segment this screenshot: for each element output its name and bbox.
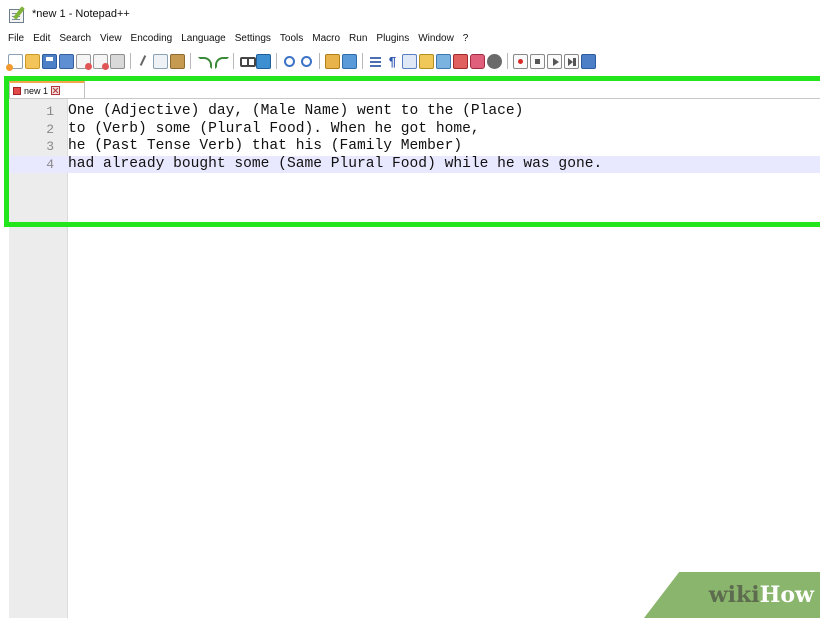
- redo-icon[interactable]: [213, 54, 229, 69]
- line-number: 3: [46, 139, 54, 154]
- line-text[interactable]: he (Past Tense Verb) that his (Family Me…: [68, 138, 462, 156]
- monitoring-icon[interactable]: [487, 53, 502, 69]
- line-number: 4: [9, 155, 54, 173]
- notepad-app-icon: [8, 6, 26, 23]
- toolbar: ¶: [0, 48, 820, 74]
- function-list-icon[interactable]: [453, 53, 468, 69]
- cut-icon[interactable]: [136, 54, 151, 69]
- open-file-icon[interactable]: [25, 53, 40, 69]
- stop-recording-icon[interactable]: [530, 53, 545, 69]
- menu-run[interactable]: Run: [349, 33, 367, 44]
- new-file-icon[interactable]: [6, 53, 23, 71]
- zoom-in-icon[interactable]: [282, 54, 297, 69]
- playback-icon[interactable]: [547, 53, 562, 69]
- title-bar: *new 1 - Notepad++: [0, 0, 820, 28]
- zoom-out-icon[interactable]: [299, 54, 314, 69]
- tab-new-1[interactable]: new 1: [9, 81, 85, 98]
- sync-horizontal-icon[interactable]: [342, 53, 357, 69]
- editor-line[interactable]: 2 to (Verb) some (Plural Food). When he …: [9, 121, 820, 139]
- line-number: 1: [46, 104, 54, 119]
- editor-line-current[interactable]: 4 had already bought some (Same Plural F…: [9, 155, 820, 174]
- menu-language[interactable]: Language: [181, 33, 226, 44]
- undo-icon[interactable]: [196, 54, 212, 69]
- toolbar-separator: [130, 53, 131, 69]
- editor-line[interactable]: 1 One (Adjective) day, (Male Name) went …: [9, 103, 820, 121]
- window-left-edge: [4, 226, 9, 618]
- paste-icon[interactable]: [170, 53, 185, 69]
- menu-bar: File Edit Search View Encoding Language …: [0, 28, 820, 48]
- tab-label: new 1: [24, 85, 49, 96]
- watermark-wiki-text: wiki: [708, 582, 760, 608]
- save-macro-icon[interactable]: [581, 53, 596, 69]
- menu-tools[interactable]: Tools: [280, 33, 303, 44]
- print-icon[interactable]: [110, 53, 125, 69]
- close-all-icon[interactable]: [93, 53, 109, 70]
- window-title: *new 1 - Notepad++: [32, 8, 130, 20]
- sync-vertical-icon[interactable]: [325, 53, 340, 69]
- toolbar-separator: [362, 53, 363, 69]
- document-map-icon[interactable]: [436, 53, 451, 69]
- save-all-icon[interactable]: [59, 53, 74, 69]
- menu-edit[interactable]: Edit: [33, 33, 50, 44]
- tab-bar: new 1: [9, 81, 820, 99]
- menu-view[interactable]: View: [100, 33, 122, 44]
- toolbar-separator: [233, 53, 234, 69]
- indent-guide-icon[interactable]: [402, 53, 417, 69]
- show-all-characters-icon[interactable]: ¶: [385, 54, 400, 69]
- toolbar-separator: [319, 53, 320, 69]
- menu-search[interactable]: Search: [59, 33, 91, 44]
- editor-line[interactable]: 3 he (Past Tense Verb) that his (Family …: [9, 138, 820, 156]
- menu-plugins[interactable]: Plugins: [376, 33, 409, 44]
- watermark-how-text: How: [759, 582, 814, 608]
- menu-settings[interactable]: Settings: [235, 33, 271, 44]
- menu-encoding[interactable]: Encoding: [131, 33, 173, 44]
- user-defined-language-icon[interactable]: [419, 53, 434, 69]
- menu-help[interactable]: ?: [463, 33, 469, 44]
- text-editor[interactable]: 1 One (Adjective) day, (Male Name) went …: [9, 99, 820, 618]
- line-text[interactable]: had already bought some (Same Plural Foo…: [68, 156, 602, 174]
- find-icon[interactable]: [239, 54, 256, 69]
- editor-lines: 1 One (Adjective) day, (Male Name) went …: [9, 103, 820, 173]
- copy-icon[interactable]: [153, 53, 168, 69]
- run-multiple-macro-icon[interactable]: [564, 53, 579, 69]
- folder-as-workspace-icon[interactable]: [470, 53, 485, 69]
- save-icon[interactable]: [42, 53, 57, 69]
- toolbar-separator: [276, 53, 277, 69]
- close-tab-icon[interactable]: [51, 86, 61, 95]
- line-number: 2: [46, 121, 54, 137]
- close-icon[interactable]: [76, 53, 92, 70]
- toolbar-separator: [507, 53, 508, 69]
- unsaved-file-icon: [13, 86, 21, 95]
- record-macro-icon[interactable]: [513, 53, 528, 69]
- line-text[interactable]: One (Adjective) day, (Male Name) went to…: [68, 103, 523, 121]
- word-wrap-icon[interactable]: [368, 54, 383, 69]
- line-text[interactable]: to (Verb) some (Plural Food). When he go…: [68, 121, 480, 139]
- menu-macro[interactable]: Macro: [312, 33, 340, 44]
- toolbar-separator: [190, 53, 191, 69]
- replace-icon[interactable]: [256, 53, 271, 69]
- menu-window[interactable]: Window: [418, 33, 454, 44]
- menu-file[interactable]: File: [8, 33, 24, 44]
